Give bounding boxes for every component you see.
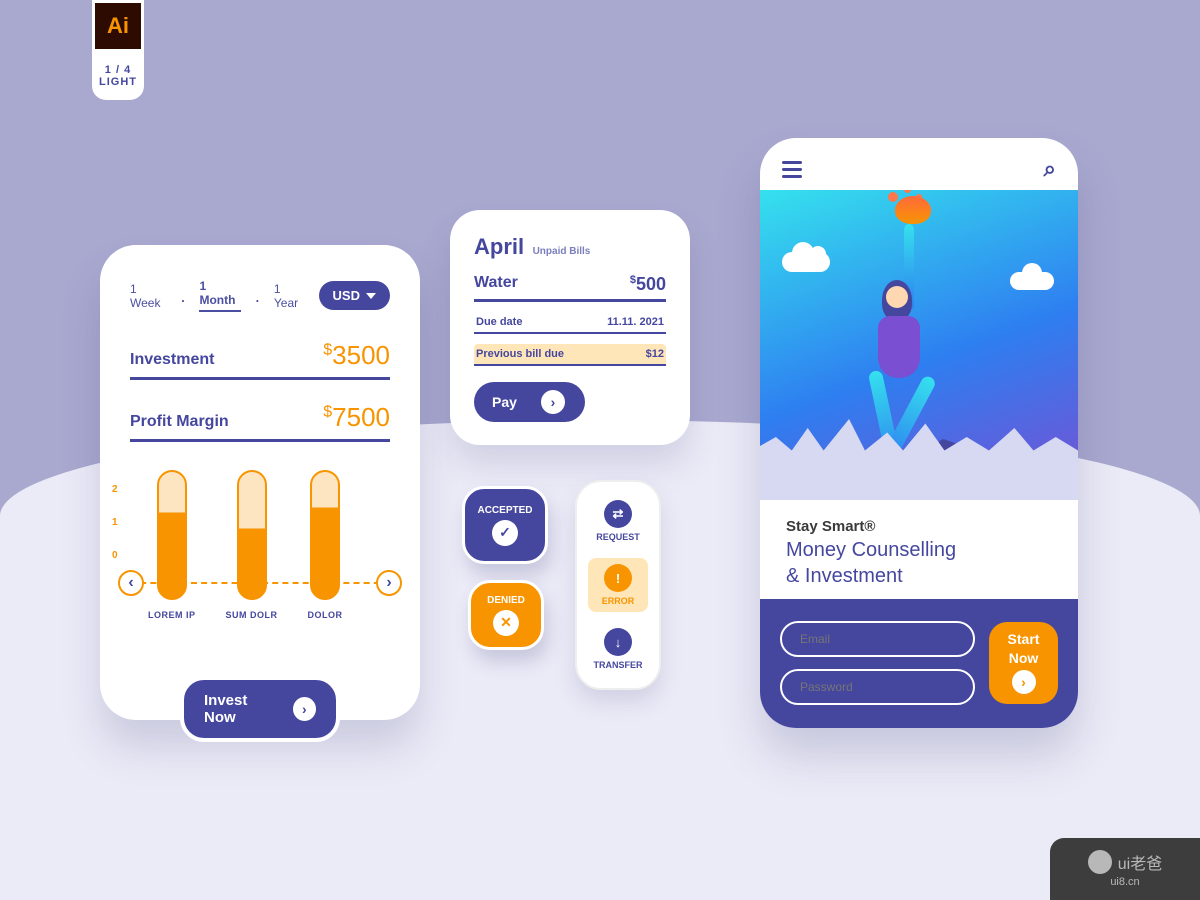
arrow-right-icon: ›	[541, 390, 565, 414]
phone-mockup: ⌕ Stay Smart® Money Counselling& Investm…	[760, 138, 1078, 728]
ai-icon: Ai	[92, 0, 144, 52]
watermark-logo-icon	[1088, 850, 1112, 874]
menu-icon[interactable]	[782, 161, 802, 178]
close-icon: ✕	[493, 610, 519, 636]
bar-3	[310, 470, 340, 600]
denied-chip[interactable]: DENIED ✕	[468, 580, 544, 650]
investment-card: 1 Week . 1 Month . 1 Year USD Investment…	[100, 245, 420, 720]
stat-value: 7500	[332, 402, 390, 432]
alert-icon: !	[604, 564, 632, 592]
tab-1-week[interactable]: 1 Week	[130, 282, 166, 310]
bills-subtitle: Unpaid Bills	[533, 246, 591, 257]
download-icon: ↓	[604, 628, 632, 656]
currency-value: USD	[333, 288, 360, 303]
start-now-button[interactable]: Start Now ›	[989, 622, 1058, 704]
login-form: Start Now ›	[760, 599, 1078, 728]
hero-illustration	[760, 190, 1078, 500]
search-icon[interactable]: ⌕	[1044, 156, 1056, 182]
y-axis-ticks: 2 1 0	[112, 484, 118, 561]
arrow-right-icon: ›	[1012, 670, 1036, 694]
brand-title: Stay Smart®	[786, 518, 1052, 535]
watermark: ui老爸 ui8.cn	[1050, 838, 1200, 900]
tab-1-year[interactable]: 1 Year	[274, 282, 305, 310]
invest-now-button[interactable]: Invest Now ›	[180, 676, 340, 742]
time-range-tabs: 1 Week . 1 Month . 1 Year USD	[130, 279, 390, 312]
tab-1-month[interactable]: 1 Month	[199, 279, 240, 312]
stat-label: Investment	[130, 351, 214, 369]
swap-icon: ⇄	[604, 500, 632, 528]
ai-file-label: Ai 1 / 4 LIGHT	[88, 0, 148, 100]
chevron-down-icon	[366, 293, 376, 299]
arrow-right-icon: ›	[293, 697, 316, 721]
piggy-bank-icon	[895, 196, 931, 224]
profit-stat: Profit Margin $7500	[130, 402, 390, 442]
request-badge[interactable]: ⇄ REQUEST	[596, 500, 640, 542]
previous-bill-row: Previous bill due$12	[474, 344, 666, 366]
status-badge-column: ⇄ REQUEST ! ERROR ↓ TRANSFER	[575, 480, 661, 690]
bill-main-row: Water $500	[474, 274, 666, 302]
cloud-icon	[1010, 272, 1054, 290]
currency-select[interactable]: USD	[319, 281, 390, 310]
pay-button[interactable]: Pay ›	[474, 382, 585, 422]
chart-prev-button[interactable]: ‹	[118, 570, 144, 596]
bar-1	[157, 470, 187, 600]
stat-label: Profit Margin	[130, 413, 229, 431]
tagline: Money Counselling& Investment	[786, 537, 1052, 589]
bills-card: April Unpaid Bills Water $500 Due date11…	[450, 210, 690, 445]
email-input[interactable]	[780, 621, 975, 657]
accepted-chip[interactable]: ACCEPTED ✓	[462, 486, 548, 564]
cloud-icon	[782, 252, 830, 272]
error-badge[interactable]: ! ERROR	[588, 558, 649, 612]
password-input[interactable]	[780, 669, 975, 705]
due-date-row: Due date11.11. 2021	[474, 312, 666, 334]
investment-stat: Investment $3500	[130, 340, 390, 380]
ai-mode: LIGHT	[99, 76, 137, 88]
bar-2	[237, 470, 267, 600]
bill-name: Water	[474, 274, 518, 295]
stat-value: 3500	[332, 340, 390, 370]
bill-amount: 500	[636, 274, 666, 294]
transfer-badge[interactable]: ↓ TRANSFER	[594, 628, 643, 670]
chart-next-button[interactable]: ›	[376, 570, 402, 596]
bills-heading: April	[474, 234, 524, 259]
bar-chart: 2 1 0 ‹ › LOREM IP SUM DOLR DOLOR	[130, 470, 390, 670]
check-icon: ✓	[492, 520, 518, 546]
ai-count: 1 / 4	[105, 64, 131, 76]
